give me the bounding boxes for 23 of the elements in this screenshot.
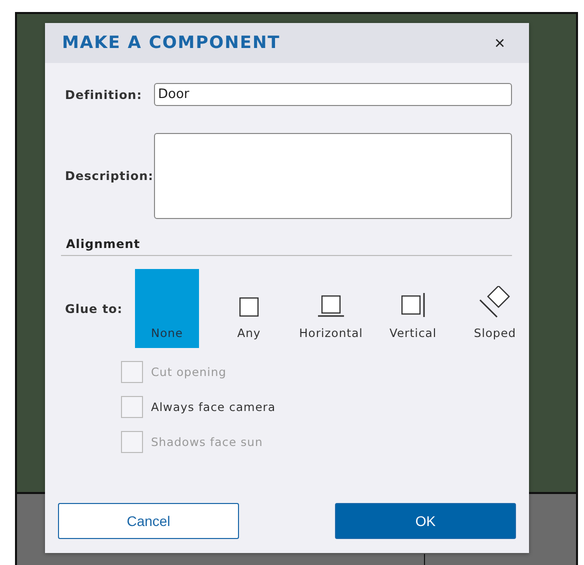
glue-option[interactable]: Vertical [381,269,445,348]
checkbox[interactable] [121,396,143,418]
tilted-square-icon [478,286,512,318]
checkbox-label: Shadows face sun [151,435,263,449]
square-on-floor-icon [317,294,345,318]
checkbox-label: Cut opening [151,365,226,379]
glue-option[interactable]: Sloped [463,269,527,348]
field-label: Description: [64,169,154,183]
glue-option[interactable]: Any [217,269,281,348]
description-field[interactable] [154,133,512,219]
ok-button[interactable]: OK [335,503,516,539]
close-button[interactable]: × [490,32,509,54]
section-heading: Alignment [65,237,142,251]
definition-field[interactable]: Door [154,83,512,106]
square-on-wall-icon [400,292,426,318]
glue-option[interactable]: Horizontal [299,269,363,348]
checkbox-label: Always face camera [151,400,276,414]
glue-option[interactable]: None [135,269,199,348]
dialog-title: MAKE A COMPONENT [62,33,280,53]
square-icon [238,296,260,318]
field-label: Glue to: [64,302,124,316]
field-label: Definition: [64,88,144,102]
cancel-button[interactable]: Cancel [58,503,239,539]
